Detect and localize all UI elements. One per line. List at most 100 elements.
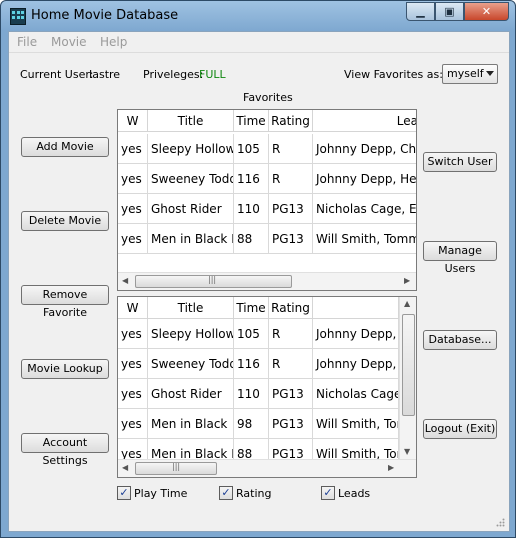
movies-table[interactable]: W Title Time Rating yes Sleepy Hollow 10… xyxy=(117,296,417,478)
close-button[interactable]: ✕ xyxy=(464,2,509,21)
cell-w: yes xyxy=(118,409,148,439)
checkmark-icon: ✓ xyxy=(119,486,129,499)
movies-horizontal-scrollbar[interactable]: ◀ ||| ▶ xyxy=(118,459,416,477)
cell-w: yes xyxy=(118,164,148,194)
chevron-down-icon xyxy=(486,71,494,76)
column-header-w[interactable]: W xyxy=(118,110,148,132)
privileges-value: FULL xyxy=(199,68,226,81)
cell-title: Ghost Rider xyxy=(148,379,234,409)
cell-rating: PG13 xyxy=(269,379,313,409)
scroll-left-icon[interactable]: ◀ xyxy=(122,463,128,472)
client-area: File Movie Help Current User: Iastre Pri… xyxy=(8,31,510,532)
cell-time: 110 xyxy=(234,194,269,224)
view-favorites-select[interactable]: myself xyxy=(442,64,498,84)
cell-title: Sweeney Todd xyxy=(148,164,234,194)
cell-time: 116 xyxy=(234,164,269,194)
menu-file[interactable]: File xyxy=(17,35,37,49)
scroll-up-icon[interactable]: ▲ xyxy=(404,299,410,308)
privileges-label: Priveleges: xyxy=(143,68,204,81)
checkmark-icon: ✓ xyxy=(323,486,333,499)
app-window: Home Movie Database ▁ ▣ ✕ File Movie Hel… xyxy=(0,0,516,538)
remove-favorite-button[interactable]: Remove Favorite xyxy=(21,285,109,319)
cell-rating: PG13 xyxy=(269,194,313,224)
current-user-value: Iastre xyxy=(89,68,121,81)
menu-bar: File Movie Help xyxy=(9,32,509,53)
cell-rating: R xyxy=(269,134,313,164)
app-icon xyxy=(10,8,26,25)
rating-label: Rating xyxy=(236,487,272,500)
cell-leads: Johnny Depp, C xyxy=(313,319,399,349)
column-header-time[interactable]: Time xyxy=(234,297,269,319)
scroll-right-icon[interactable]: ▶ xyxy=(388,463,394,472)
maximize-icon: ▣ xyxy=(444,5,455,18)
favorites-table[interactable]: W Title Time Rating Lea yes Sleepy Hollo… xyxy=(117,109,417,291)
cell-w: yes xyxy=(118,379,148,409)
cell-time: 105 xyxy=(234,134,269,164)
cell-leads: Nicholas Cage, xyxy=(313,379,399,409)
view-favorites-value: myself xyxy=(447,67,484,80)
resize-grip-icon[interactable] xyxy=(496,518,505,527)
cell-time: 88 xyxy=(234,224,269,254)
scroll-left-icon[interactable]: ◀ xyxy=(122,276,128,285)
column-header-rating[interactable]: Rating xyxy=(269,110,313,132)
column-header-time[interactable]: Time xyxy=(234,110,269,132)
delete-movie-button[interactable]: Delete Movie xyxy=(21,211,109,231)
logout-button[interactable]: Logout (Exit) xyxy=(423,419,497,439)
favorites-horizontal-scrollbar[interactable]: ◀ ||| ▶ xyxy=(118,272,416,290)
window-title: Home Movie Database xyxy=(31,8,179,23)
cell-title: Men in Black II xyxy=(148,224,234,254)
cell-rating: R xyxy=(269,319,313,349)
cell-leads: Nicholas Cage, Eva xyxy=(313,194,416,224)
cell-time: 105 xyxy=(234,319,269,349)
cell-time: 98 xyxy=(234,409,269,439)
column-header-rating[interactable]: Rating xyxy=(269,297,313,319)
column-header-leads[interactable] xyxy=(313,297,399,319)
menu-help[interactable]: Help xyxy=(100,35,127,49)
cell-leads: Johnny Depp, Hele xyxy=(313,164,416,194)
scroll-thumb[interactable] xyxy=(402,314,415,416)
menu-movie[interactable]: Movie xyxy=(51,35,87,49)
column-header-w[interactable]: W xyxy=(118,297,148,319)
movie-lookup-button[interactable]: Movie Lookup xyxy=(21,359,109,379)
cell-rating: R xyxy=(269,349,313,379)
cell-w: yes xyxy=(118,224,148,254)
cell-title: Men in Black xyxy=(148,409,234,439)
column-header-title[interactable]: Title xyxy=(148,110,234,132)
cell-w: yes xyxy=(118,319,148,349)
rating-checkbox[interactable]: ✓ xyxy=(219,486,233,500)
column-header-title[interactable]: Title xyxy=(148,297,234,319)
add-movie-button[interactable]: Add Movie xyxy=(21,137,109,157)
cell-title: Ghost Rider xyxy=(148,194,234,224)
favorites-heading: Favorites xyxy=(243,91,293,104)
cell-title: Sleepy Hollow xyxy=(148,319,234,349)
scroll-right-icon[interactable]: ▶ xyxy=(404,276,410,285)
scroll-down-icon[interactable]: ▼ xyxy=(404,447,410,456)
cell-leads: Will Smith, Tommy xyxy=(313,224,416,254)
maximize-button[interactable]: ▣ xyxy=(435,2,464,21)
cell-w: yes xyxy=(118,194,148,224)
leads-checkbox[interactable]: ✓ xyxy=(321,486,335,500)
movies-vertical-scrollbar[interactable]: ▲ ▼ xyxy=(399,297,416,460)
grip-icon: ||| xyxy=(208,275,217,284)
current-user-label: Current User: xyxy=(20,68,94,81)
switch-user-button[interactable]: Switch User xyxy=(423,152,497,172)
cell-time: 116 xyxy=(234,349,269,379)
play-time-checkbox[interactable]: ✓ xyxy=(117,486,131,500)
account-settings-button[interactable]: Account Settings xyxy=(21,433,109,467)
cell-rating: PG13 xyxy=(269,409,313,439)
cell-time: 110 xyxy=(234,379,269,409)
cell-leads: Johnny Depp, H xyxy=(313,349,399,379)
manage-users-button[interactable]: Manage Users xyxy=(423,241,497,275)
cell-rating: PG13 xyxy=(269,224,313,254)
cell-title: Sleepy Hollow xyxy=(148,134,234,164)
cell-title: Sweeney Todd xyxy=(148,349,234,379)
cell-w: yes xyxy=(118,134,148,164)
close-icon: ✕ xyxy=(481,5,492,18)
cell-leads: Johnny Depp, Chris xyxy=(313,134,416,164)
title-bar[interactable]: Home Movie Database ▁ ▣ ✕ xyxy=(1,1,515,31)
minimize-button[interactable]: ▁ xyxy=(406,2,435,21)
grip-icon: ||| xyxy=(172,462,181,471)
database-button[interactable]: Database... xyxy=(423,330,497,350)
column-header-leads[interactable]: Lea xyxy=(313,110,416,132)
cell-rating: R xyxy=(269,164,313,194)
